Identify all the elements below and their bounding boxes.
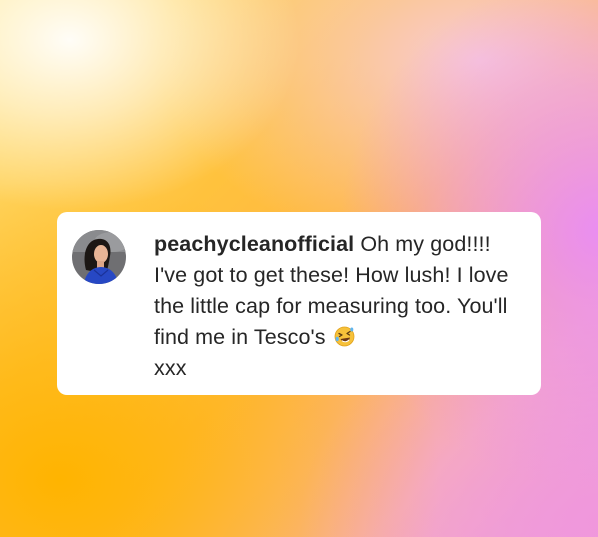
comment-card: peachycleanofficial Oh my god!!!! I've g… (57, 212, 541, 395)
comment-trailing: xxx (154, 356, 187, 380)
rolling-on-floor-laughing-emoji-icon (334, 326, 355, 347)
avatar[interactable] (72, 230, 126, 284)
username[interactable]: peachycleanofficial (154, 232, 354, 256)
comment-text: peachycleanofficial Oh my god!!!! I've g… (154, 229, 524, 384)
